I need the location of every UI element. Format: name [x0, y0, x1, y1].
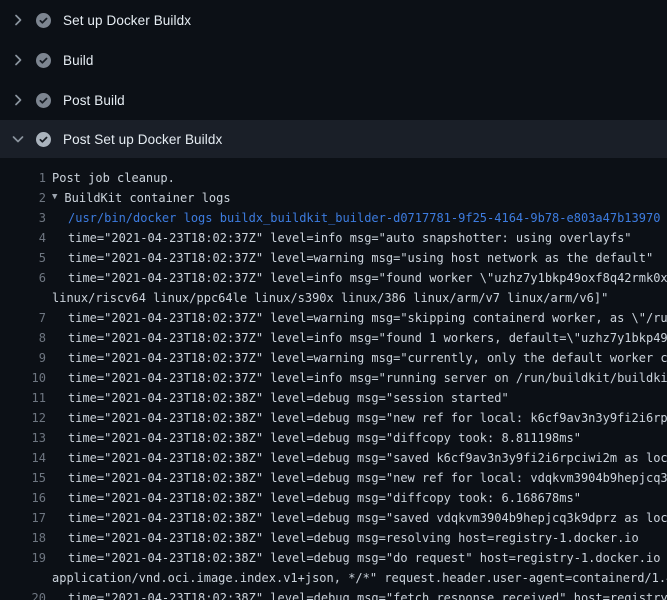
log-line: 7 time="2021-04-23T18:02:37Z" level=warn…: [0, 308, 667, 328]
log-line: 4 time="2021-04-23T18:02:37Z" level=info…: [0, 228, 667, 248]
log-text: time="2021-04-23T18:02:38Z" level=debug …: [52, 428, 581, 448]
step-label: Set up Docker Buildx: [63, 13, 191, 28]
log-text: time="2021-04-23T18:02:38Z" level=debug …: [52, 468, 667, 488]
log-text: time="2021-04-23T18:02:37Z" level=info m…: [52, 268, 667, 288]
log-line: 9 time="2021-04-23T18:02:37Z" level=warn…: [0, 348, 667, 368]
chevron-down-icon: [10, 131, 26, 147]
log-text: time="2021-04-23T18:02:37Z" level=info m…: [52, 368, 667, 388]
line-number[interactable]: 15: [0, 468, 46, 488]
log-line: linux/riscv64 linux/ppc64le linux/s390x …: [0, 288, 667, 308]
check-circle-icon: [36, 13, 51, 28]
line-number[interactable]: 3: [0, 208, 46, 228]
chevron-right-icon: [10, 92, 26, 108]
log-panel: 1 Post job cleanup. 2 ▼ BuildKit contain…: [0, 158, 667, 600]
line-number[interactable]: 18: [0, 528, 46, 548]
log-line: 12 time="2021-04-23T18:02:38Z" level=deb…: [0, 408, 667, 428]
log-text: time="2021-04-23T18:02:38Z" level=debug …: [52, 488, 581, 508]
line-number[interactable]: 4: [0, 228, 46, 248]
line-number[interactable]: 13: [0, 428, 46, 448]
log-text[interactable]: BuildKit container logs: [64, 188, 230, 208]
log-line: 17 time="2021-04-23T18:02:38Z" level=deb…: [0, 508, 667, 528]
log-line: 8 time="2021-04-23T18:02:37Z" level=info…: [0, 328, 667, 348]
group-collapse-triangle-icon: ▼: [52, 188, 57, 207]
log-line: application/vnd.oci.image.index.v1+json,…: [0, 568, 667, 588]
log-text: Post job cleanup.: [52, 168, 175, 188]
log-line: 16 time="2021-04-23T18:02:38Z" level=deb…: [0, 488, 667, 508]
log-line: 2 ▼ BuildKit container logs: [0, 188, 667, 208]
log-text: time="2021-04-23T18:02:37Z" level=warnin…: [52, 248, 653, 268]
step-header-build[interactable]: Build: [0, 40, 667, 80]
log-line: 11 time="2021-04-23T18:02:38Z" level=deb…: [0, 388, 667, 408]
line-number[interactable]: 1: [0, 168, 46, 188]
line-number[interactable]: 8: [0, 328, 46, 348]
line-number[interactable]: 17: [0, 508, 46, 528]
log-line: 15 time="2021-04-23T18:02:38Z" level=deb…: [0, 468, 667, 488]
step-header-post-build[interactable]: Post Build: [0, 80, 667, 120]
line-number[interactable]: 7: [0, 308, 46, 328]
log-line: 18 time="2021-04-23T18:02:38Z" level=deb…: [0, 528, 667, 548]
actions-log-viewer: Set up Docker Buildx Build Post Build: [0, 0, 667, 600]
line-number[interactable]: 20: [0, 588, 46, 600]
log-text: time="2021-04-23T18:02:38Z" level=debug …: [52, 588, 667, 600]
log-text: time="2021-04-23T18:02:38Z" level=debug …: [52, 548, 667, 568]
log-text: time="2021-04-23T18:02:38Z" level=debug …: [52, 388, 509, 408]
line-number[interactable]: 12: [0, 408, 46, 428]
line-number[interactable]: 9: [0, 348, 46, 368]
chevron-right-icon: [10, 12, 26, 28]
log-text: time="2021-04-23T18:02:37Z" level=info m…: [52, 228, 632, 248]
log-text: /usr/bin/docker logs buildx_buildkit_bui…: [52, 208, 660, 228]
line-number: [0, 288, 46, 308]
step-label: Post Build: [63, 93, 125, 108]
log-text: time="2021-04-23T18:02:37Z" level=info m…: [52, 328, 667, 348]
check-circle-icon: [36, 132, 51, 147]
step-header-set-up-docker-buildx[interactable]: Set up Docker Buildx: [0, 0, 667, 40]
log-line: 19 time="2021-04-23T18:02:38Z" level=deb…: [0, 548, 667, 568]
line-number: [0, 568, 46, 588]
line-number[interactable]: 5: [0, 248, 46, 268]
step-label: Build: [63, 53, 94, 68]
line-number[interactable]: 14: [0, 448, 46, 468]
log-text: time="2021-04-23T18:02:38Z" level=debug …: [52, 528, 639, 548]
log-text: time="2021-04-23T18:02:37Z" level=warnin…: [52, 348, 667, 368]
line-number[interactable]: 19: [0, 548, 46, 568]
log-text: linux/riscv64 linux/ppc64le linux/s390x …: [52, 288, 608, 308]
log-text: time="2021-04-23T18:02:38Z" level=debug …: [52, 508, 667, 528]
log-text: time="2021-04-23T18:02:37Z" level=warnin…: [52, 308, 667, 328]
log-line: 1 Post job cleanup.: [0, 168, 667, 188]
check-circle-icon: [36, 53, 51, 68]
log-line: 5 time="2021-04-23T18:02:37Z" level=warn…: [0, 248, 667, 268]
log-text: time="2021-04-23T18:02:38Z" level=debug …: [52, 408, 667, 428]
line-number[interactable]: 11: [0, 388, 46, 408]
log-text: application/vnd.oci.image.index.v1+json,…: [52, 568, 667, 588]
step-label: Post Set up Docker Buildx: [63, 132, 222, 147]
step-list: Set up Docker Buildx Build Post Build: [0, 0, 667, 158]
line-number[interactable]: 16: [0, 488, 46, 508]
line-number[interactable]: 2: [0, 188, 46, 208]
check-circle-icon: [36, 93, 51, 108]
log-line: 20 time="2021-04-23T18:02:38Z" level=deb…: [0, 588, 667, 600]
log-text: time="2021-04-23T18:02:38Z" level=debug …: [52, 448, 667, 468]
step-header-post-set-up-docker-buildx[interactable]: Post Set up Docker Buildx: [0, 120, 667, 158]
log-line: 13 time="2021-04-23T18:02:38Z" level=deb…: [0, 428, 667, 448]
chevron-right-icon: [10, 52, 26, 68]
log-line: 10 time="2021-04-23T18:02:37Z" level=inf…: [0, 368, 667, 388]
line-number[interactable]: 6: [0, 268, 46, 288]
log-line: 14 time="2021-04-23T18:02:38Z" level=deb…: [0, 448, 667, 468]
line-number[interactable]: 10: [0, 368, 46, 388]
log-line: 3 /usr/bin/docker logs buildx_buildkit_b…: [0, 208, 667, 228]
log-line: 6 time="2021-04-23T18:02:37Z" level=info…: [0, 268, 667, 288]
